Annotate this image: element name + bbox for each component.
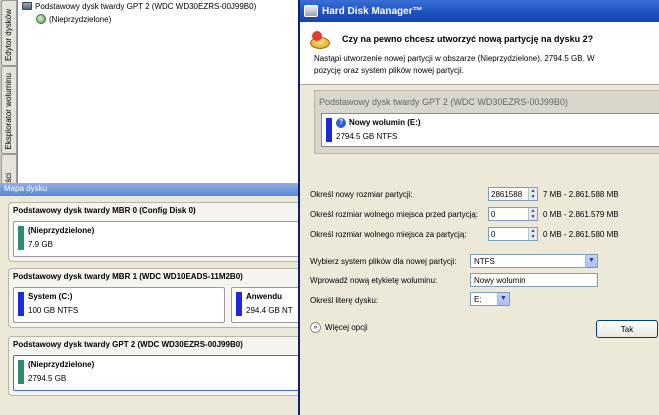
partition-cell[interactable]: System (C:) 100 GB NTFS [13,287,225,323]
chevron-down-icon[interactable]: ▼ [497,293,509,305]
filesystem-select[interactable]: NTFS ▼ [470,254,598,268]
partition-size: 294.4 GB NT [246,306,293,315]
partition-name: System (C:) [28,292,73,301]
free-after-range: 0 MB - 2.861.580 MB [543,230,619,239]
free-after-stepper[interactable]: 0 ▲ ▼ [488,227,538,241]
partition-color-bar [18,360,24,384]
spin-down-icon[interactable]: ▼ [529,194,537,200]
new-volume-preview: Podstawowy dysk twardy GPT 2 (WDC WD30EZ… [314,90,659,154]
hard-disk-icon [22,2,32,10]
disk-label: Podstawowy dysk twardy MBR 1 (WDC WD10EA… [13,272,243,281]
tab-volume-explorer[interactable]: Eksplorator woluminu [1,66,17,154]
partition-name: (Nieprzydzielone) [28,226,95,235]
disk-group: Podstawowy dysk twardy MBR 1 (WDC WD10EA… [8,268,308,328]
create-partition-dialog: Hard Disk Manager™ Czy na pewno chcesz u… [298,0,659,415]
partition-size: 2794.5 GB [28,374,67,383]
partition-name: (Nieprzydzielone) [28,360,95,369]
drive-letter-value: E: [474,294,482,304]
tree-disk-label: Podstawowy dysk twardy GPT 2 (WDC WD30EZ… [35,1,257,11]
preview-partition-cell[interactable]: ? Nowy wolumin (E:) 2794.5 GB NTFS [321,113,659,147]
dialog-description: Nastąpi utworzenie nowej partycji w obsz… [314,54,595,63]
more-options-toggle[interactable]: » Więcej opcji [310,322,368,333]
preview-disk-label: Podstawowy dysk twardy GPT 2 (WDC WD30EZ… [319,97,568,107]
tab-disk-editor[interactable]: Edytor dysków [1,0,17,66]
double-chevron-down-icon: » [310,322,321,333]
free-before-value: 0 [491,209,496,219]
dialog-description: pozycję oraz system plików nowej partycj… [314,66,464,75]
dialog-title: Hard Disk Manager™ [322,5,423,17]
spin-down-icon[interactable]: ▼ [529,234,537,240]
volume-label-label: Wprowadź nową etykietę woluminu: [310,276,438,285]
partition-color-bar [18,292,24,316]
size-label: Określ nowy rozmiar partycji: [310,190,413,199]
tree-disk-row[interactable]: Podstawowy dysk twardy GPT 2 (WDC WD30EZ… [22,0,256,12]
new-partition-icon [310,31,330,51]
disk-map-title: Mapa dysku [0,183,300,196]
volume-label-value: Nowy wolumin [474,275,526,285]
preview-volume-size: 2794.5 GB NTFS [336,132,398,141]
confirm-button[interactable]: Tak [596,320,658,338]
size-value: 2861588 [491,189,523,199]
dialog-title-bar[interactable]: Hard Disk Manager™ [300,0,659,22]
app-icon [304,5,318,17]
partition-cell[interactable]: (Nieprzydzielone) 7.9 GB [13,221,303,257]
disk-tree: Podstawowy dysk twardy GPT 2 (WDC WD30EZ… [18,0,300,184]
filesystem-label: Wybierz system plików dla nowej partycji… [310,257,457,266]
tab-label: Eksplorator woluminu [4,72,13,149]
free-after-label: Określ rozmiar wolnego miejsca za partyc… [310,230,467,239]
free-before-range: 0 MB - 2.861.579 MB [543,210,619,219]
more-options-label: Więcej opcji [325,323,368,332]
side-tab-strip: Edytor dysków Eksplorator woluminu ści [0,0,18,188]
disk-group: Podstawowy dysk twardy GPT 2 (WDC WD30EZ… [8,336,308,396]
volume-label-field[interactable]: Nowy wolumin [470,273,598,287]
partition-color-bar [326,118,332,142]
free-before-stepper[interactable]: 0 ▲ ▼ [488,207,538,221]
disk-label: Podstawowy dysk twardy MBR 0 (Config Dis… [13,206,196,215]
drive-letter-label: Określ literę dysku: [310,296,379,305]
filesystem-value: NTFS [474,256,495,266]
chevron-down-icon[interactable]: ▼ [585,255,597,267]
spin-down-icon[interactable]: ▼ [529,214,537,220]
partition-color-bar [18,226,24,250]
disk-map: Podstawowy dysk twardy MBR 0 (Config Dis… [0,196,308,415]
size-range: 7 MB - 2.861.588 MB [543,190,619,199]
unallocated-volume-icon [36,14,46,24]
partition-size: 7.9 GB [28,240,53,249]
dialog-header: Czy na pewno chcesz utworzyć nową partyc… [300,22,659,85]
partition-cell[interactable]: Anwendu 294.4 GB NT [231,287,301,323]
partition-color-bar [236,292,242,316]
partition-name: Anwendu [246,292,282,301]
tab-label: ści [4,173,13,183]
tree-unallocated-row[interactable]: (Nieprzydzielone) [36,13,111,25]
dialog-question: Czy na pewno chcesz utworzyć nową partyc… [342,34,594,44]
partition-size: 100 GB NTFS [28,306,79,315]
free-after-value: 0 [491,229,496,239]
disk-label: Podstawowy dysk twardy GPT 2 (WDC WD30EZ… [13,340,243,349]
tree-item-label: (Nieprzydzielone) [49,14,112,24]
help-icon: ? [336,118,346,128]
partition-cell-selected[interactable]: (Nieprzydzielone) 2794.5 GB [13,355,303,391]
free-before-label: Określ rozmiar wolnego miejsca przed par… [310,210,479,219]
tab-label: Edytor dysków [4,8,13,61]
disk-group: Podstawowy dysk twardy MBR 0 (Config Dis… [8,202,308,262]
size-stepper[interactable]: 2861588 ▲ ▼ [488,187,538,201]
preview-volume-name: Nowy wolumin (E:) [349,118,421,128]
drive-letter-select[interactable]: E: ▼ [470,292,510,306]
